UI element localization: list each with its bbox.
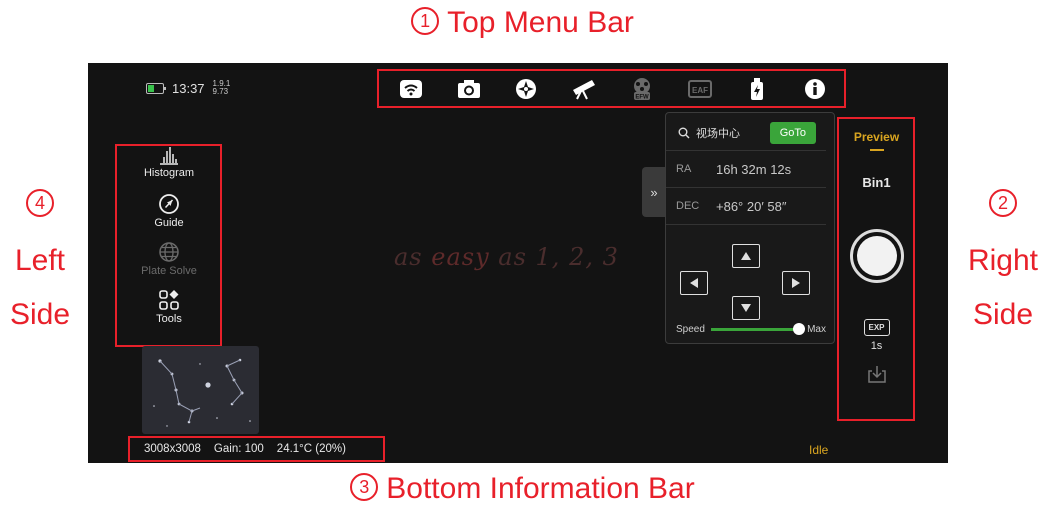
version-info: 1.9.1 9.73 — [213, 80, 231, 96]
battery-icon — [146, 82, 166, 94]
bottom-information-bar: 3008x3008 Gain: 100 24.1°C (20%) — [130, 436, 385, 462]
guide-icon — [159, 194, 179, 214]
annotation-number: 4 — [26, 189, 54, 217]
arrow-up-icon — [741, 252, 751, 260]
goto-panel: 视场中心 GoTo RA 16h 32m 12s DEC +86° 20′ 58… — [665, 112, 835, 344]
telescope-icon[interactable] — [569, 74, 599, 104]
speed-control: Speed Max — [676, 323, 826, 335]
watermark-part: as 1, 2, 3 — [489, 243, 619, 271]
guide-label: Guide — [154, 217, 184, 229]
speed-max-label: Max — [807, 324, 826, 335]
version-bottom: 9.73 — [212, 87, 229, 96]
power-icon[interactable] — [742, 74, 772, 104]
preview-mode-tab[interactable]: Preview — [839, 130, 914, 144]
efw-icon[interactable]: EFW — [627, 74, 657, 104]
goto-button[interactable]: GoTo — [769, 122, 816, 144]
wifi-icon[interactable] — [396, 74, 426, 104]
arrow-right-icon — [792, 278, 800, 288]
tools-button[interactable]: Tools — [118, 289, 220, 337]
double-chevron-icon: » — [650, 184, 658, 200]
plate-solve-label: Plate Solve — [141, 265, 197, 277]
left-side-annotation: 4 Left Side — [8, 189, 72, 342]
search-input[interactable]: 视场中心 — [696, 125, 770, 141]
right-side-annotation: 2 Right Side — [963, 189, 1043, 342]
ra-row: RA 16h 32m 12s — [666, 151, 826, 188]
annotation-text: Side — [972, 298, 1034, 331]
preview-thumbnail[interactable] — [142, 346, 259, 434]
annotation-number: 2 — [989, 189, 1017, 217]
dec-label: DEC — [676, 200, 700, 212]
speed-label: Speed — [676, 324, 705, 335]
tools-icon — [159, 290, 179, 310]
search-row: 视场中心 GoTo — [666, 113, 826, 151]
resolution-text: 3008x3008 — [144, 443, 201, 455]
dec-value[interactable]: +86° 20′ 58″ — [716, 199, 786, 214]
histogram-icon — [160, 147, 178, 165]
speed-slider-knob[interactable] — [793, 323, 806, 335]
tools-label: Tools — [156, 313, 182, 325]
collapse-panel-button[interactable]: » — [642, 167, 666, 217]
bin-selector[interactable]: Bin1 — [839, 175, 914, 190]
app-screen: 13:37 1.9.1 9.73 EFW EAF Histogram Guide… — [88, 63, 948, 463]
annotation-text: Left — [14, 244, 66, 277]
annotation-text: Right — [967, 244, 1039, 277]
bottom-bar-annotation: 3 Bottom Information Bar — [0, 472, 1045, 506]
search-icon — [678, 127, 690, 139]
arrow-down-button[interactable] — [732, 296, 760, 320]
efw-label: EFW — [635, 94, 649, 100]
annotation-number: 3 — [350, 473, 379, 502]
arrow-right-button[interactable] — [782, 271, 810, 295]
status-bar: 13:37 1.9.1 9.73 — [146, 80, 230, 96]
download-icon — [867, 366, 886, 383]
annotation-text: Bottom Information Bar — [386, 472, 695, 505]
speed-slider[interactable] — [710, 323, 806, 335]
dec-row: DEC +86° 20′ 58″ — [666, 188, 826, 225]
eaf-icon[interactable]: EAF — [685, 74, 715, 104]
globe-icon — [159, 242, 179, 262]
status-idle: Idle — [809, 443, 829, 457]
shutter-button[interactable] — [849, 229, 904, 283]
gain-text: Gain: 100 — [213, 443, 264, 455]
arrow-down-icon — [741, 304, 751, 312]
camera-icon[interactable] — [454, 74, 484, 104]
histogram-button[interactable]: Histogram — [118, 145, 220, 193]
ra-label: RA — [676, 163, 692, 175]
save-button[interactable] — [867, 364, 887, 384]
eaf-label: EAF — [692, 86, 708, 95]
plate-solve-button[interactable]: Plate Solve — [118, 241, 220, 289]
exposure-icon[interactable]: EXP — [863, 319, 890, 336]
watermark-part: as — [394, 243, 432, 271]
clock: 13:37 — [172, 80, 205, 96]
focuser-icon[interactable] — [511, 74, 541, 104]
right-side-panel: Preview Bin1 EXP 1s — [839, 120, 914, 417]
exposure-value[interactable]: 1s — [839, 340, 914, 352]
ra-value[interactable]: 16h 32m 12s — [716, 162, 791, 177]
left-side-bar: Histogram Guide Plate Solve Tools — [118, 145, 220, 345]
watermark-text: as easy as 1, 2, 3 — [394, 243, 619, 271]
watermark-part: easy — [431, 243, 490, 271]
annotation-text: Top Menu Bar — [447, 6, 634, 39]
histogram-label: Histogram — [143, 167, 195, 179]
preview-underline — [869, 149, 884, 151]
arrow-up-button[interactable] — [732, 244, 760, 268]
info-icon[interactable] — [800, 74, 830, 104]
arrow-left-button[interactable] — [680, 271, 708, 295]
arrow-left-icon — [690, 278, 698, 288]
top-menu-bar-annotation: 1 Top Menu Bar — [0, 6, 1045, 40]
top-menu-bar: EFW EAF — [382, 70, 844, 107]
annotation-number: 1 — [411, 7, 440, 36]
guide-button[interactable]: Guide — [118, 193, 220, 241]
temperature-text: 24.1°C (20%) — [276, 443, 346, 455]
annotation-text: Side — [9, 298, 71, 331]
